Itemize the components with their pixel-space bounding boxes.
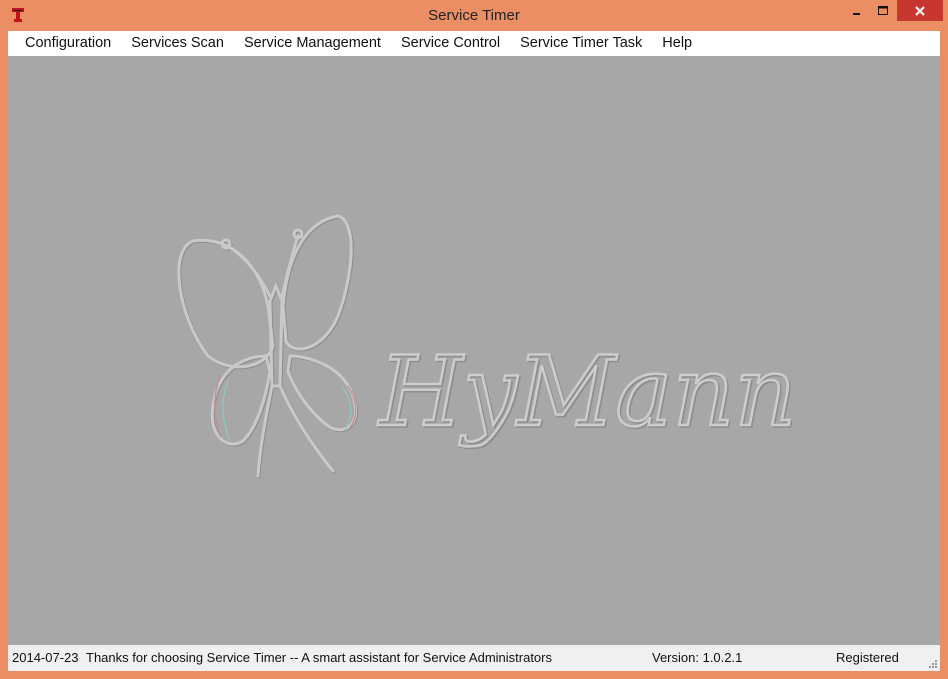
status-message: Thanks for choosing Service Timer -- A s… — [86, 650, 552, 665]
watermark-text: HyMann HyMann — [376, 335, 799, 451]
maximize-button[interactable] — [868, 0, 898, 22]
status-version: Version: 1.0.2.1 — [652, 650, 743, 665]
maximize-icon — [878, 6, 888, 15]
close-icon — [915, 5, 925, 16]
menu-service-timer-task[interactable]: Service Timer Task — [510, 31, 652, 56]
app-window: Service Timer Configuration Services Sca… — [0, 0, 948, 679]
client-area: HyMann HyMann — [8, 56, 940, 645]
status-date: 2014-07-23 — [12, 650, 79, 665]
menu-configuration[interactable]: Configuration — [8, 31, 121, 56]
status-bar: 2014-07-23 Thanks for choosing Service T… — [8, 645, 940, 671]
resize-grip-icon[interactable] — [928, 659, 938, 669]
menu-service-management[interactable]: Service Management — [234, 31, 391, 56]
watermark-logo: HyMann HyMann — [177, 214, 799, 479]
watermark-label: HyMann — [377, 336, 796, 448]
close-button[interactable] — [897, 0, 943, 21]
menu-help[interactable]: Help — [652, 31, 702, 56]
menu-service-control[interactable]: Service Control — [391, 31, 510, 56]
window-title: Service Timer — [428, 7, 520, 24]
menu-bar: Configuration Services Scan Service Mana… — [8, 31, 940, 56]
menu-services-scan[interactable]: Services Scan — [121, 31, 234, 56]
title-bar[interactable]: Service Timer — [0, 0, 948, 31]
status-registration: Registered — [836, 650, 899, 665]
butterfly-logo — [177, 214, 359, 479]
minimize-icon — [853, 13, 860, 15]
